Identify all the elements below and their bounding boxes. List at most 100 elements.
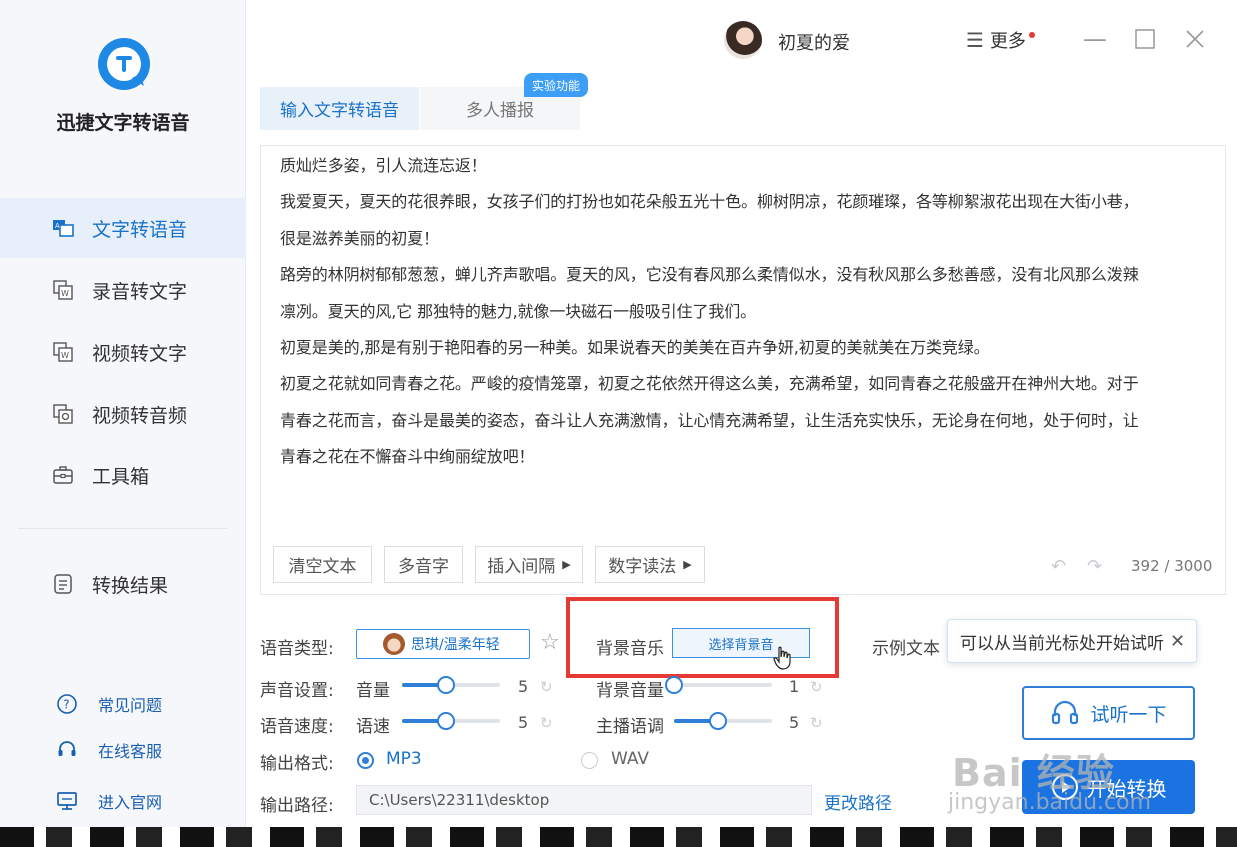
clear-text-button[interactable]: 清空文本 (273, 546, 372, 583)
maximize-icon (1135, 29, 1155, 49)
sidebar-item-audio-to-text[interactable]: W 录音转文字 (0, 260, 246, 320)
text-to-speech-icon: A (53, 220, 74, 237)
play-icon (1051, 774, 1078, 800)
start-convert-button[interactable]: 开始转换 (1022, 760, 1195, 814)
polyphone-label: 多音字 (398, 557, 449, 577)
format-label: 输出格式: (260, 754, 334, 774)
voice-select-button[interactable]: 思琪/温柔年轻 (356, 629, 530, 659)
pitch-slider[interactable] (674, 712, 772, 730)
slider-thumb[interactable] (437, 676, 456, 694)
sidebar-item-label: 工具箱 (92, 465, 150, 488)
more-label: 更多 (989, 31, 1026, 52)
bg-volume-value: 1 (789, 677, 800, 696)
wav-label[interactable]: WAV (611, 749, 649, 769)
minimize-icon: — (1083, 25, 1107, 53)
headset-icon (58, 741, 76, 756)
menu-lines-icon: ☰ (966, 28, 984, 52)
pitch-value: 5 (789, 713, 800, 732)
faq-label: 常见问题 (98, 696, 163, 715)
sidebar-item-label: 文字转语音 (92, 218, 188, 241)
mp3-radio[interactable] (357, 752, 374, 769)
sidebar-item-label: 转换结果 (92, 574, 169, 597)
sidebar-item-video-to-text[interactable]: W 视频转文字 (0, 322, 246, 382)
sound-settings-label: 声音设置: (260, 681, 334, 701)
undo-icon[interactable]: ↶ (1051, 556, 1066, 577)
experimental-badge: 实验功能 (524, 73, 589, 97)
official-site-label: 进入官网 (98, 793, 163, 812)
svg-text:?: ? (63, 698, 69, 712)
sidebar-item-text-to-speech[interactable]: A 文字转语音 (0, 198, 246, 258)
results-icon (54, 574, 72, 594)
number-reading-label: 数字读法 (608, 557, 677, 577)
close-button[interactable] (1178, 22, 1212, 56)
caret-right-icon: ▶ (562, 558, 571, 571)
minimize-button[interactable]: — (1078, 22, 1112, 56)
reset-icon[interactable]: ↻ (810, 678, 823, 696)
sample-text-label: 示例文本 (872, 639, 940, 659)
mp3-label[interactable]: MP3 (386, 749, 422, 769)
character-counter: 392 / 3000 (1131, 557, 1213, 575)
favorite-star-icon[interactable]: ☆ (540, 630, 560, 655)
bgm-label: 背景音乐 (596, 639, 664, 659)
bg-volume-slider[interactable] (665, 676, 772, 694)
slider-thumb[interactable] (709, 712, 728, 730)
sidebar-divider (18, 528, 228, 529)
online-support-link[interactable]: 在线客服 (0, 733, 246, 767)
hand-cursor-icon (773, 646, 791, 670)
video-to-audio-icon (53, 404, 73, 424)
convert-label: 开始转换 (1086, 776, 1167, 801)
speed-slider[interactable] (402, 712, 500, 730)
speed-value: 5 (518, 713, 529, 732)
path-label: 输出路径: (260, 796, 334, 816)
tab-text-to-speech[interactable]: 输入文字转语音 (260, 87, 419, 130)
voice-type-label: 语音类型: (260, 639, 334, 659)
pitch-label: 主播语调 (596, 717, 664, 737)
sidebar-item-video-to-audio[interactable]: 视频转音频 (0, 384, 246, 444)
faq-link[interactable]: ? 常见问题 (0, 687, 246, 721)
audio-to-text-icon: W (53, 280, 73, 300)
insert-pause-button[interactable]: 插入间隔 ▶ (475, 546, 583, 583)
reset-icon[interactable]: ↻ (810, 714, 823, 732)
official-site-link[interactable]: 进入官网 (0, 784, 246, 818)
slider-thumb[interactable] (665, 676, 683, 694)
sidebar-item-toolbox[interactable]: 工具箱 (0, 445, 246, 505)
sidebar-item-label: 视频转文字 (92, 342, 188, 365)
slider-thumb[interactable] (437, 712, 456, 730)
sidebar-item-results[interactable]: 转换结果 (0, 554, 246, 614)
editor-content[interactable]: 质灿烂多姿，引人流连忘返！ 我爱夏天，夏天的花很养眼，女孩子们的打扮也如花朵般五… (280, 148, 1220, 476)
maximize-button[interactable] (1128, 22, 1162, 56)
headphones-icon (1052, 700, 1079, 725)
toolbox-icon (53, 466, 73, 484)
output-path-field[interactable]: C:\Users\22311\desktop (356, 785, 812, 815)
app-logo-icon (98, 38, 150, 90)
listen-button[interactable]: 试听一下 (1022, 686, 1195, 740)
tooltip-close-icon[interactable]: ✕ (1170, 631, 1185, 652)
clear-text-label: 清空文本 (288, 557, 357, 577)
close-icon (1186, 30, 1204, 48)
user-avatar[interactable] (724, 21, 762, 59)
volume-slider[interactable] (402, 676, 500, 694)
more-menu-button[interactable]: ☰ 更多 (966, 27, 1035, 53)
reset-icon[interactable]: ↻ (540, 678, 553, 696)
cropped-text-strip (0, 827, 1237, 847)
wav-radio[interactable] (581, 752, 598, 769)
sidebar-item-label: 录音转文字 (92, 280, 188, 303)
number-reading-button[interactable]: 数字读法 ▶ (595, 546, 705, 583)
bg-volume-label: 背景音量 (596, 681, 664, 701)
app-name: 迅捷文字转语音 (56, 112, 190, 134)
text-editor[interactable]: 质灿烂多姿，引人流连忘返！ 我爱夏天，夏天的花很养眼，女孩子们的打扮也如花朵般五… (260, 145, 1226, 595)
listen-tooltip: 可以从当前光标处开始试听 ✕ (947, 619, 1197, 663)
redo-icon[interactable]: ↷ (1087, 556, 1102, 577)
username[interactable]: 初夏的爱 (778, 29, 850, 55)
sidebar: 迅捷文字转语音 A 文字转语音 W 录音转文字 W 视频转文字 视频转音频 工具… (0, 0, 246, 847)
volume-value: 5 (518, 677, 529, 696)
online-support-label: 在线客服 (98, 742, 163, 761)
polyphone-button[interactable]: 多音字 (384, 546, 463, 583)
insert-pause-label: 插入间隔 (487, 557, 556, 577)
change-path-link[interactable]: 更改路径 (824, 789, 892, 814)
svg-text:A: A (55, 222, 60, 230)
caret-right-icon: ▶ (683, 558, 692, 571)
video-to-text-icon: W (53, 342, 73, 362)
svg-text:W: W (61, 289, 69, 298)
reset-icon[interactable]: ↻ (540, 714, 553, 732)
